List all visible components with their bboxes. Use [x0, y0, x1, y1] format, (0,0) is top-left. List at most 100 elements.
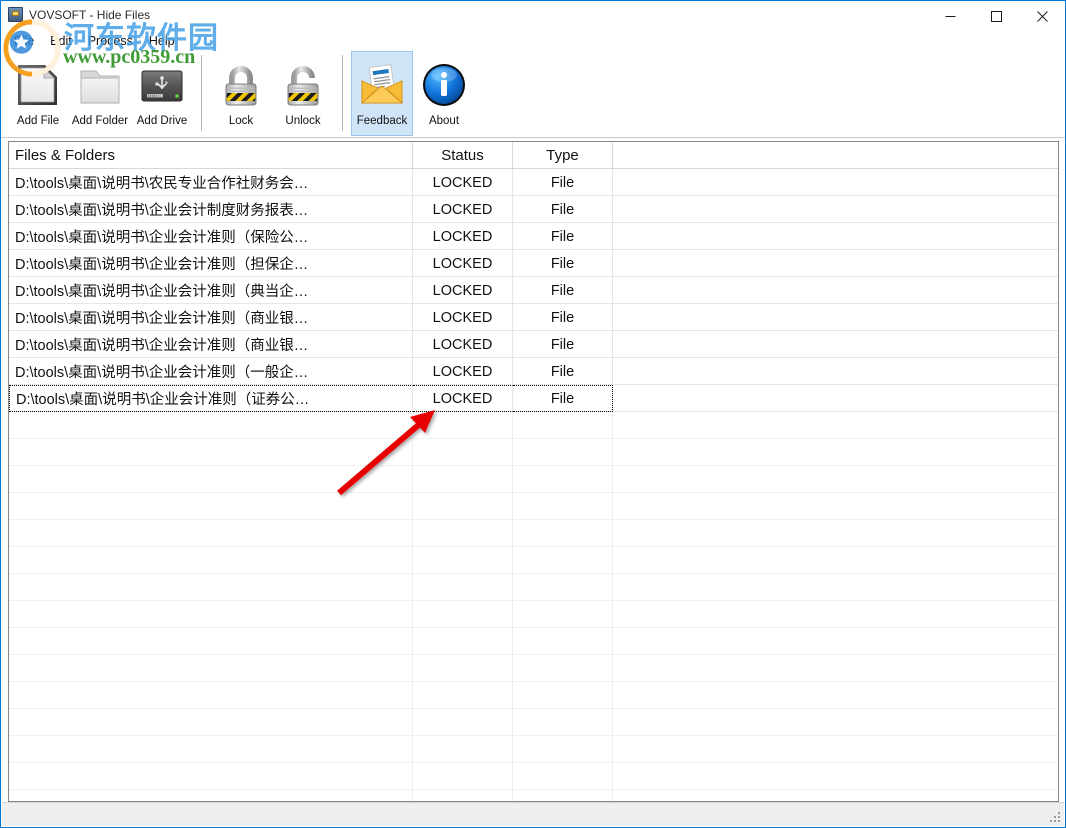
empty-cell: [413, 601, 513, 628]
table-row[interactable]: D:\tools\桌面\说明书\农民专业合作社财务会… LOCKED File: [9, 169, 1058, 196]
empty-cell: [413, 682, 513, 709]
add-drive-label: Add Drive: [137, 115, 188, 127]
empty-cell: [613, 520, 1058, 547]
maximize-icon: [991, 11, 1002, 22]
column-header-type[interactable]: Type: [513, 142, 613, 169]
toolbar: Add File Add Folder: [1, 51, 1065, 138]
menu-item-edit[interactable]: Edit: [43, 32, 81, 50]
folder-icon: [72, 57, 128, 113]
cell-status: LOCKED: [413, 331, 513, 358]
empty-row: [9, 466, 1058, 493]
empty-cell: [513, 736, 613, 763]
empty-cell: [9, 682, 413, 709]
table-row[interactable]: D:\tools\桌面\说明书\企业会计准则（典当企… LOCKED File: [9, 277, 1058, 304]
empty-cell: [513, 601, 613, 628]
empty-cell: [9, 493, 413, 520]
usb-drive-icon: [134, 57, 190, 113]
about-button[interactable]: About: [413, 51, 475, 136]
empty-cell: [9, 520, 413, 547]
empty-cell: [513, 520, 613, 547]
empty-cell: [613, 763, 1058, 790]
cell-name: D:\tools\桌面\说明书\企业会计准则（商业银…: [9, 304, 413, 331]
table-row[interactable]: D:\tools\桌面\说明书\企业会计准则（担保企… LOCKED File: [9, 250, 1058, 277]
empty-cell: [413, 763, 513, 790]
add-drive-button[interactable]: Add Drive: [131, 51, 193, 136]
empty-cell: [413, 493, 513, 520]
table-row[interactable]: D:\tools\桌面\说明书\企业会计制度财务报表… LOCKED File: [9, 196, 1058, 223]
empty-cell: [413, 466, 513, 493]
empty-cell: [613, 682, 1058, 709]
cell-type: File: [513, 223, 613, 250]
empty-cell: [9, 412, 413, 439]
empty-cell: [9, 790, 413, 802]
empty-cell: [413, 736, 513, 763]
empty-cell: [9, 709, 413, 736]
close-button[interactable]: [1019, 1, 1065, 31]
cell-status: LOCKED: [413, 223, 513, 250]
empty-cell: [9, 574, 413, 601]
file-icon: [10, 57, 66, 113]
cell-name: D:\tools\桌面\说明书\企业会计准则（一般企…: [9, 358, 413, 385]
cell-status: LOCKED: [413, 277, 513, 304]
feedback-button[interactable]: Feedback: [351, 51, 413, 136]
table-row-focused[interactable]: D:\tools\桌面\说明书\企业会计准则（证券公… LOCKED File: [9, 385, 1058, 412]
cell-filler: [613, 304, 1058, 331]
app-window: VOVSOFT - Hide Files File E: [0, 0, 1066, 828]
empty-cell: [413, 628, 513, 655]
menu-item-process[interactable]: Process: [81, 32, 142, 50]
empty-row: [9, 655, 1058, 682]
cell-type: File: [513, 385, 613, 412]
cell-filler: [613, 196, 1058, 223]
cell-filler: [613, 331, 1058, 358]
empty-cell: [613, 736, 1058, 763]
cell-status: LOCKED: [413, 358, 513, 385]
cell-filler: [613, 277, 1058, 304]
app-icon: [8, 7, 23, 22]
empty-cell: [9, 655, 413, 682]
empty-row: [9, 736, 1058, 763]
toolbar-separator-2: [342, 55, 343, 131]
add-folder-label: Add Folder: [72, 115, 128, 127]
menu-item-file[interactable]: File: [7, 32, 43, 50]
empty-cell: [613, 709, 1058, 736]
table-row[interactable]: D:\tools\桌面\说明书\企业会计准则（商业银… LOCKED File: [9, 331, 1058, 358]
cell-type: File: [513, 250, 613, 277]
cell-type: File: [513, 358, 613, 385]
empty-cell: [613, 412, 1058, 439]
table-row[interactable]: D:\tools\桌面\说明书\企业会计准则（商业银… LOCKED File: [9, 304, 1058, 331]
empty-cell: [613, 628, 1058, 655]
cell-type: File: [513, 169, 613, 196]
minimize-button[interactable]: [927, 1, 973, 31]
empty-row: [9, 412, 1058, 439]
lock-button[interactable]: Lock: [210, 51, 272, 136]
empty-cell: [513, 466, 613, 493]
table-row[interactable]: D:\tools\桌面\说明书\企业会计准则（保险公… LOCKED File: [9, 223, 1058, 250]
cell-type: File: [513, 304, 613, 331]
menu-item-help[interactable]: Help: [142, 32, 184, 50]
empty-cell: [513, 439, 613, 466]
table-row[interactable]: D:\tools\桌面\说明书\企业会计准则（一般企… LOCKED File: [9, 358, 1058, 385]
resize-grip-icon[interactable]: [1050, 812, 1062, 824]
list-header: Files & Folders Status Type: [9, 142, 1058, 169]
window-title: VOVSOFT - Hide Files: [29, 8, 150, 22]
feedback-label: Feedback: [357, 115, 408, 127]
empty-cell: [513, 574, 613, 601]
cell-filler: [613, 223, 1058, 250]
list-body: D:\tools\桌面\说明书\农民专业合作社财务会… LOCKED File …: [9, 169, 1058, 802]
cell-type: File: [513, 196, 613, 223]
column-header-name[interactable]: Files & Folders: [9, 142, 413, 169]
column-header-status[interactable]: Status: [413, 142, 513, 169]
add-file-button[interactable]: Add File: [7, 51, 69, 136]
empty-cell: [513, 790, 613, 802]
empty-rows: [9, 412, 1058, 802]
cell-status: LOCKED: [413, 385, 513, 412]
empty-cell: [513, 547, 613, 574]
add-folder-button[interactable]: Add Folder: [69, 51, 131, 136]
title-bar: VOVSOFT - Hide Files: [1, 1, 1065, 31]
empty-cell: [613, 574, 1058, 601]
maximize-button[interactable]: [973, 1, 1019, 31]
unlock-button[interactable]: Unlock: [272, 51, 334, 136]
files-list[interactable]: Files & Folders Status Type D:\tools\桌面\…: [8, 141, 1059, 802]
empty-row: [9, 520, 1058, 547]
empty-cell: [9, 763, 413, 790]
